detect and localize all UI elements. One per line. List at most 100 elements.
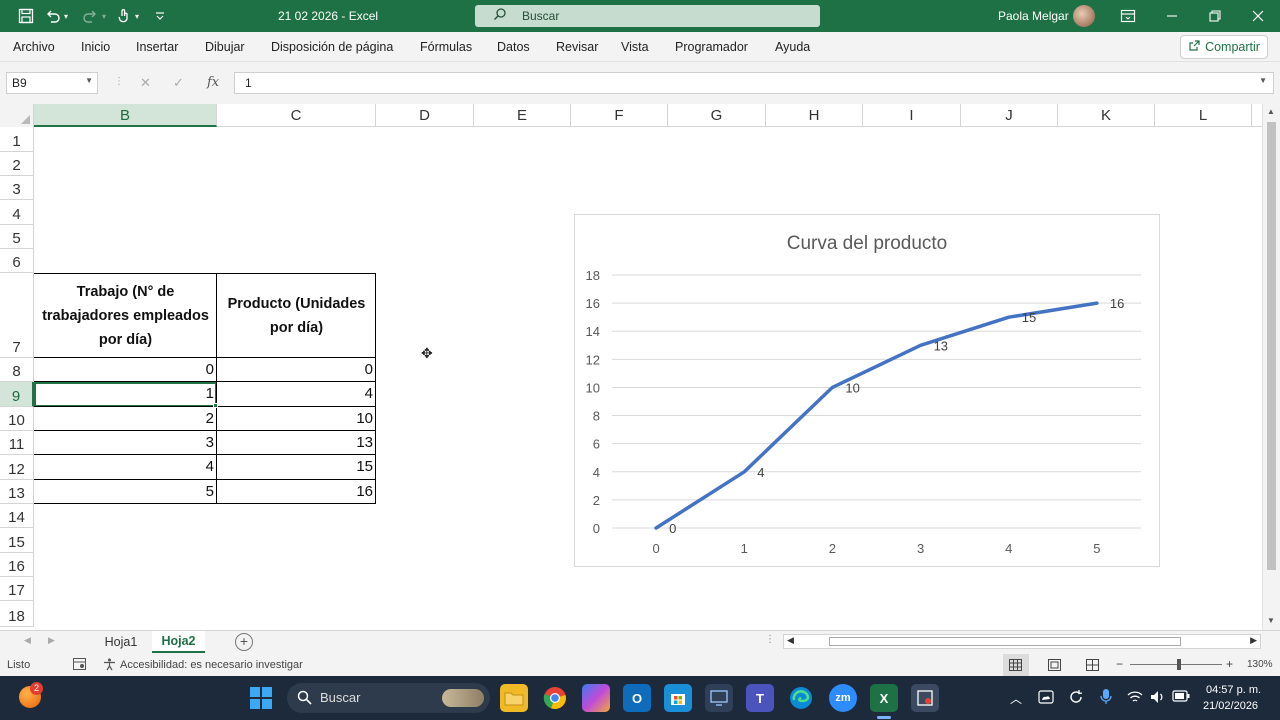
formula-input[interactable]: 1 ▼ (234, 72, 1274, 94)
name-box-dropdown-icon[interactable]: ▼ (85, 76, 93, 85)
tab-datos[interactable]: Datos (497, 40, 530, 54)
zoom-in-icon[interactable]: + (1226, 657, 1233, 671)
windows-start-icon[interactable] (250, 687, 272, 712)
tab-programador[interactable]: Programador (675, 40, 748, 54)
row-header[interactable]: 15 (0, 528, 34, 553)
column-header-d[interactable]: D (376, 104, 474, 127)
cell-trabajo[interactable]: 0 (34, 358, 217, 382)
row-header[interactable]: 7 (0, 273, 34, 358)
microphone-icon[interactable] (1100, 688, 1112, 709)
copilot-icon[interactable] (582, 684, 610, 712)
column-header-j[interactable]: J (961, 104, 1058, 127)
tab-disposicion[interactable]: Disposición de página (271, 40, 393, 54)
row-header[interactable]: 8 (0, 358, 34, 382)
show-hidden-icons-icon[interactable]: ︿ (1010, 690, 1022, 707)
close-icon[interactable] (1252, 6, 1264, 26)
row-header[interactable]: 2 (0, 152, 34, 176)
column-header-i[interactable]: I (863, 104, 961, 127)
row-header[interactable]: 4 (0, 200, 34, 225)
name-box[interactable]: B9 ▼ (6, 72, 98, 94)
teams-icon[interactable]: T (746, 684, 774, 712)
confirm-entry-icon[interactable]: ✓ (173, 75, 184, 91)
cell-producto[interactable]: 0 (217, 358, 376, 382)
header-trabajo[interactable]: Trabajo (N° de trabajadores empleados po… (34, 273, 217, 358)
row-header[interactable]: 16 (0, 553, 34, 577)
minimize-icon[interactable] (1166, 6, 1178, 26)
prev-sheet-icon[interactable]: ◀ (24, 635, 31, 646)
column-header-k[interactable]: K (1058, 104, 1155, 127)
scroll-left-icon[interactable]: ◀ (787, 635, 794, 646)
zoom-slider[interactable] (1130, 664, 1222, 665)
cell-producto[interactable]: 4 (217, 382, 376, 407)
outlook-icon[interactable]: O (623, 684, 651, 712)
vertical-scrollbar[interactable]: ▲ ▼ (1262, 104, 1280, 630)
tab-inicio[interactable]: Inicio (81, 40, 110, 54)
undo-icon[interactable] (45, 6, 61, 26)
sheet-tab-hoja2[interactable]: Hoja2 (152, 631, 205, 653)
accessibility-status[interactable]: Accesibilidad: es necesario investigar (120, 659, 303, 671)
sheet-tab-hoja1[interactable]: Hoja1 (98, 631, 144, 653)
column-header-c[interactable]: C (217, 104, 376, 127)
cell-producto[interactable]: 15 (217, 455, 376, 480)
column-header-l[interactable]: L (1155, 104, 1252, 127)
taskbar-time[interactable]: 04:57 p. m. (1206, 684, 1261, 696)
tab-archivo[interactable]: Archivo (13, 40, 55, 54)
row-header[interactable]: 1 (0, 127, 34, 152)
tab-ayuda[interactable]: Ayuda (775, 40, 810, 54)
page-break-view-icon[interactable] (1086, 659, 1099, 674)
row-header[interactable]: 11 (0, 431, 34, 455)
column-header-b[interactable]: B (34, 104, 217, 127)
zoom-out-icon[interactable]: − (1116, 657, 1123, 671)
scroll-down-icon[interactable]: ▼ (1267, 616, 1275, 625)
vertical-scroll-thumb[interactable] (1267, 122, 1276, 570)
onedrive-icon[interactable] (1038, 689, 1054, 708)
tab-vista[interactable]: Vista (621, 40, 649, 54)
row-header[interactable]: 10 (0, 407, 34, 431)
accessibility-icon[interactable] (103, 658, 116, 674)
cell-trabajo[interactable]: 2 (34, 407, 217, 431)
row-header[interactable]: 18 (0, 601, 34, 627)
column-header-f[interactable]: F (571, 104, 668, 127)
taskbar-date[interactable]: 21/02/2026 (1203, 700, 1258, 712)
volume-icon[interactable] (1150, 690, 1166, 707)
avatar[interactable] (1073, 5, 1095, 27)
horizontal-scroll-thumb[interactable] (829, 637, 1181, 646)
customize-toolbar-icon[interactable] (154, 6, 166, 26)
scroll-up-icon[interactable]: ▲ (1267, 107, 1275, 116)
fill-handle[interactable] (213, 403, 218, 408)
tab-revisar[interactable]: Revisar (556, 40, 598, 54)
cell-producto[interactable]: 10 (217, 407, 376, 431)
cell-trabajo[interactable]: 5 (34, 480, 217, 504)
row-header[interactable]: 12 (0, 455, 34, 480)
row-header[interactable]: 6 (0, 249, 34, 273)
file-explorer-icon[interactable] (500, 684, 528, 712)
column-header-g[interactable]: G (668, 104, 766, 127)
tab-dibujar[interactable]: Dibujar (205, 40, 245, 54)
user-name[interactable]: Paola Melgar (998, 9, 1069, 23)
row-header[interactable]: 9 (0, 382, 34, 407)
header-producto[interactable]: Producto (Unidades por día) (217, 273, 376, 358)
cell-producto[interactable]: 16 (217, 480, 376, 504)
chrome-icon[interactable] (541, 684, 569, 712)
wifi-icon[interactable] (1127, 690, 1143, 707)
snipping-tool-icon[interactable] (911, 684, 939, 712)
cell-trabajo[interactable]: 3 (34, 431, 217, 455)
edge-icon[interactable] (787, 684, 815, 712)
remote-desktop-icon[interactable] (705, 684, 733, 712)
select-all-button[interactable] (0, 104, 34, 127)
excel-icon[interactable]: X (870, 684, 898, 712)
column-header-e[interactable]: E (474, 104, 571, 127)
tab-formulas[interactable]: Fórmulas (420, 40, 472, 54)
horizontal-scrollbar[interactable]: ◀ ▶ (783, 634, 1261, 649)
undo-dropdown-icon[interactable]: ▾ (64, 6, 68, 26)
row-header[interactable]: 13 (0, 480, 34, 504)
store-icon[interactable] (664, 684, 692, 712)
search-box[interactable]: Buscar (475, 5, 820, 27)
touch-mode-icon[interactable] (116, 6, 132, 26)
next-sheet-icon[interactable]: ▶ (48, 635, 55, 646)
chart[interactable]: Curva del producto 0 2 4 6 8 10 12 14 16 18 01234… (574, 214, 1160, 567)
share-button[interactable]: Compartir (1180, 35, 1268, 59)
save-icon[interactable] (18, 6, 34, 26)
tab-split-handle-icon[interactable]: ⋮ (765, 634, 775, 645)
cell-trabajo[interactable]: 4 (34, 455, 217, 480)
